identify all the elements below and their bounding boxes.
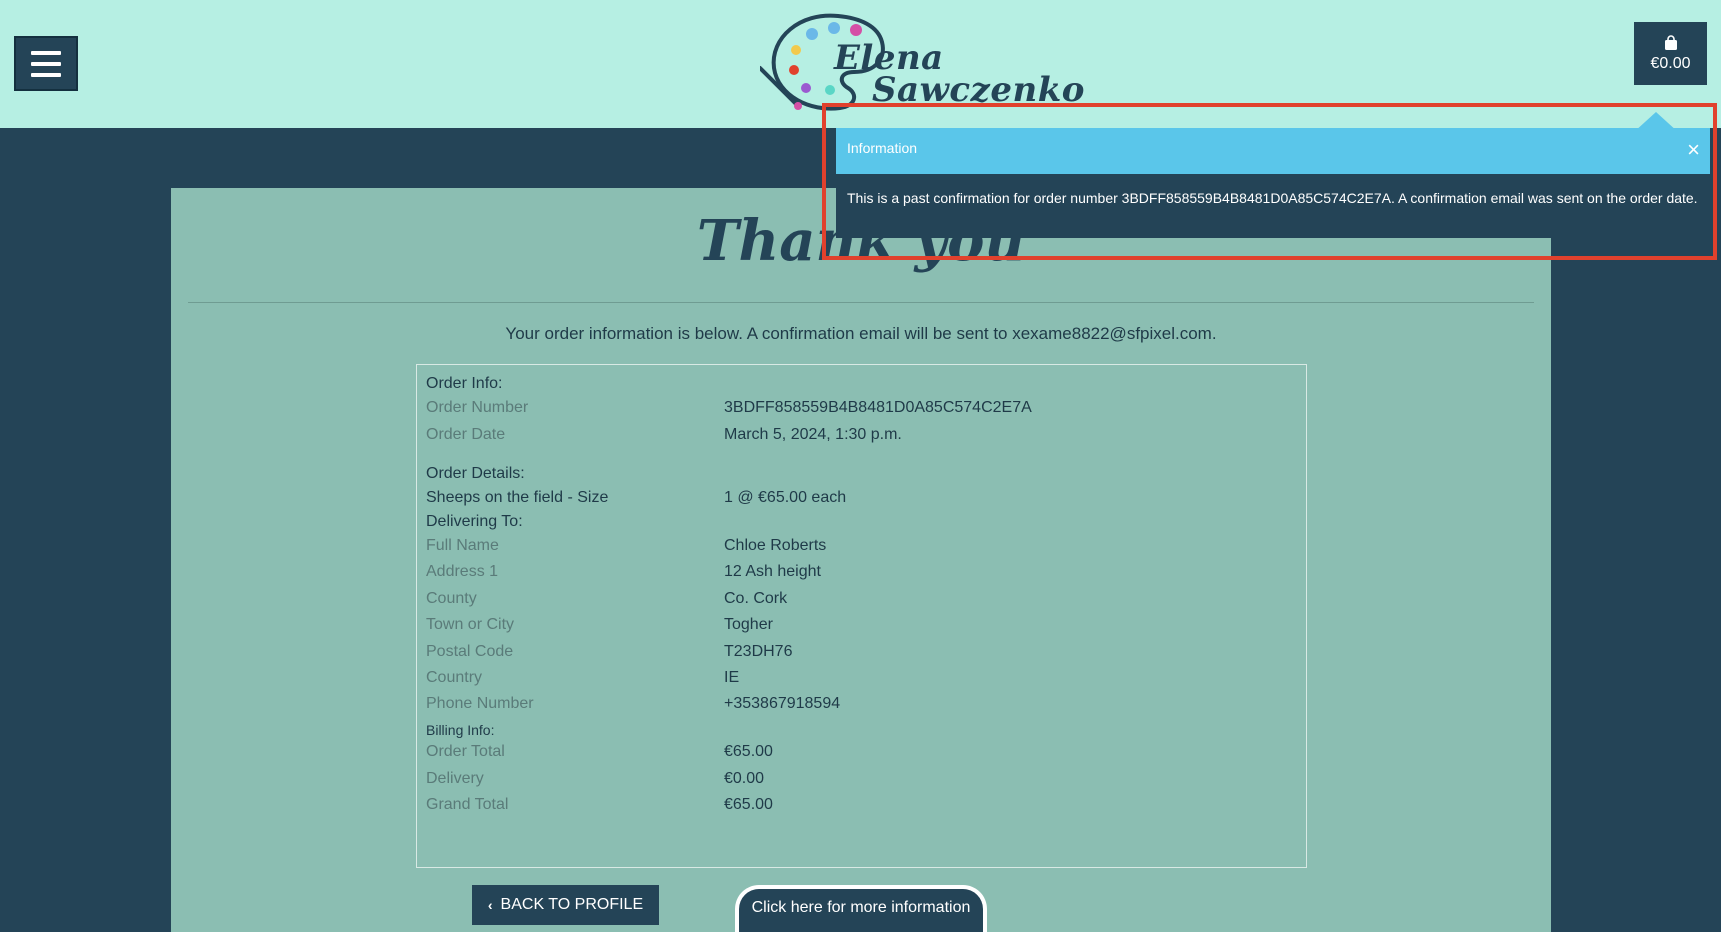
chevron-left-icon: ‹: [487, 897, 493, 913]
toast-message: This is a past confirmation for order nu…: [847, 190, 1698, 206]
address-label: Address 1: [426, 563, 499, 580]
full-name-value: Chloe Roberts: [724, 537, 827, 554]
delivery-cost-label: Delivery: [426, 770, 484, 787]
logo-last-name: Sawczenko: [872, 70, 1085, 110]
town-label: Town or City: [426, 616, 515, 633]
county-value: Co. Cork: [724, 590, 788, 607]
full-name-label: Full Name: [426, 537, 499, 554]
menu-bar-icon: [31, 61, 61, 66]
delivering-heading: Delivering To:: [426, 513, 523, 530]
country-value: IE: [724, 669, 740, 686]
town-value: Togher: [724, 616, 773, 633]
intro-text: Your order information is below. A confi…: [505, 324, 1217, 343]
close-icon[interactable]: ×: [1687, 138, 1700, 162]
item-name: Sheeps on the field - Size: [426, 489, 609, 506]
postal-code-label: Postal Code: [426, 643, 514, 660]
order-date-label: Order Date: [426, 426, 506, 443]
back-to-profile-button[interactable]: ‹ BACK TO PROFILE: [472, 885, 659, 925]
title-divider: [188, 302, 1534, 303]
item-quantity: 1 @ €65.00 each: [724, 489, 847, 506]
menu-bar-icon: [31, 72, 61, 77]
grand-total-label: Grand Total: [426, 796, 509, 813]
order-summary-box: Order Info: Order Number 3BDFF858559B4B8…: [416, 364, 1307, 868]
order-total-label: Order Total: [426, 743, 505, 760]
site-logo[interactable]: Elena Sawczenko: [758, 8, 1084, 118]
grand-total-value: €65.00: [724, 796, 773, 813]
more-information-button[interactable]: Click here for more information: [735, 885, 987, 932]
order-date-value: March 5, 2024, 1:30 p.m.: [724, 426, 902, 443]
phone-label: Phone Number: [426, 695, 534, 712]
country-label: Country: [426, 669, 483, 686]
shopping-bag-icon: [1664, 34, 1677, 50]
more-information-label: Click here for more information: [751, 899, 971, 916]
phone-value: +353867918594: [724, 695, 841, 712]
address-value: 12 Ash height: [724, 563, 821, 580]
billing-heading: Billing Info:: [426, 722, 495, 738]
site-header: Elena Sawczenko €0.00: [0, 0, 1721, 128]
checkout-success-panel: Thank you Your order information is belo…: [171, 188, 1551, 932]
delivery-cost-value: €0.00: [724, 770, 765, 787]
menu-bar-icon: [31, 50, 61, 55]
toast-title: Information: [847, 140, 918, 156]
postal-code-value: T23DH76: [724, 643, 793, 660]
info-toast: Information × This is a past confirmatio…: [836, 128, 1710, 238]
cart-total: €0.00: [1650, 54, 1691, 72]
back-to-profile-label: BACK TO PROFILE: [500, 896, 644, 913]
hamburger-menu-button[interactable]: [14, 36, 78, 91]
order-details-heading: Order Details:: [426, 465, 525, 482]
order-number-label: Order Number: [426, 399, 529, 416]
county-label: County: [426, 590, 477, 607]
cart-button[interactable]: €0.00: [1634, 22, 1707, 85]
toast-header: Information ×: [836, 128, 1710, 174]
order-number-value: 3BDFF858559B4B8481D0A85C574C2E7A: [724, 399, 1032, 416]
order-info-heading: Order Info:: [426, 375, 503, 392]
order-total-value: €65.00: [724, 743, 773, 760]
